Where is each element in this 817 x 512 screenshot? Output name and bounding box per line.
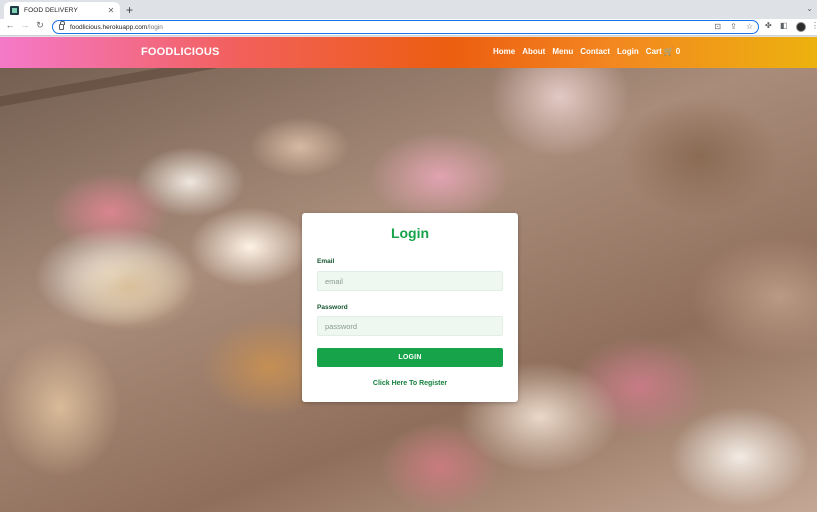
browser-toolbar: ← → ↻ foodlicious.herokuapp.com/login ⊡ … bbox=[0, 19, 817, 36]
nav-link-about[interactable]: About bbox=[522, 47, 545, 56]
profile-avatar[interactable] bbox=[796, 22, 806, 32]
tab-title: FOOD DELIVERY bbox=[24, 7, 78, 14]
cart-label: Cart bbox=[645, 47, 662, 56]
share-icon[interactable]: ⇪ bbox=[730, 22, 737, 31]
install-icon[interactable]: ⊡ bbox=[714, 22, 721, 31]
star-icon[interactable]: ☆ bbox=[746, 22, 753, 31]
nav-link-contact[interactable]: Contact bbox=[580, 47, 610, 56]
new-tab-icon[interactable]: + bbox=[126, 3, 133, 17]
browser-tab[interactable]: FOOD DELIVERY ✕ bbox=[4, 2, 120, 19]
browser-tab-strip: FOOD DELIVERY ✕ + ⌄ bbox=[0, 0, 817, 19]
url-host: foodlicious.herokuapp.com bbox=[70, 23, 148, 31]
login-button[interactable]: LOGIN bbox=[317, 348, 503, 367]
side-panel-icon[interactable]: ◧ bbox=[780, 21, 788, 30]
email-field[interactable] bbox=[317, 271, 503, 291]
back-icon[interactable]: ← bbox=[4, 20, 16, 30]
cart-icon: 🛒 bbox=[663, 47, 674, 56]
menu-icon[interactable]: ⋮ bbox=[811, 21, 817, 30]
site-favicon-icon bbox=[10, 6, 19, 15]
extensions-icon[interactable]: ✤ bbox=[765, 21, 772, 30]
cart-count: 0 bbox=[675, 47, 681, 56]
forward-icon[interactable]: → bbox=[19, 20, 31, 30]
address-bar[interactable]: foodlicious.herokuapp.com/login ⊡ ⇪ ☆ bbox=[52, 20, 759, 34]
tab-close-icon[interactable]: ✕ bbox=[105, 6, 117, 15]
password-field[interactable] bbox=[317, 316, 503, 336]
nav-links: Home About Menu Contact Login Cart 🛒 0 bbox=[493, 47, 680, 56]
nav-link-home[interactable]: Home bbox=[493, 47, 515, 56]
site-navbar: FOODLICIOUS Home About Menu Contact Logi… bbox=[0, 37, 817, 68]
login-title: Login bbox=[390, 225, 430, 241]
nav-link-cart[interactable]: Cart 🛒 0 bbox=[646, 47, 680, 56]
reload-icon[interactable]: ↻ bbox=[34, 20, 46, 31]
web-page: FOODLICIOUS Home About Menu Contact Logi… bbox=[0, 37, 817, 512]
nav-link-menu[interactable]: Menu bbox=[552, 47, 573, 56]
email-label: Email bbox=[317, 258, 335, 265]
nav-link-login[interactable]: Login bbox=[617, 47, 639, 56]
url-path: /login bbox=[147, 23, 163, 31]
tab-search-chevron-icon[interactable]: ⌄ bbox=[806, 4, 813, 13]
password-label: Password bbox=[317, 304, 348, 311]
login-card: Login Email Password LOGIN Click Here To… bbox=[302, 213, 518, 402]
register-link[interactable]: Click Here To Register bbox=[302, 380, 518, 387]
lock-icon[interactable] bbox=[59, 21, 65, 30]
brand-logo[interactable]: FOODLICIOUS bbox=[141, 46, 220, 58]
